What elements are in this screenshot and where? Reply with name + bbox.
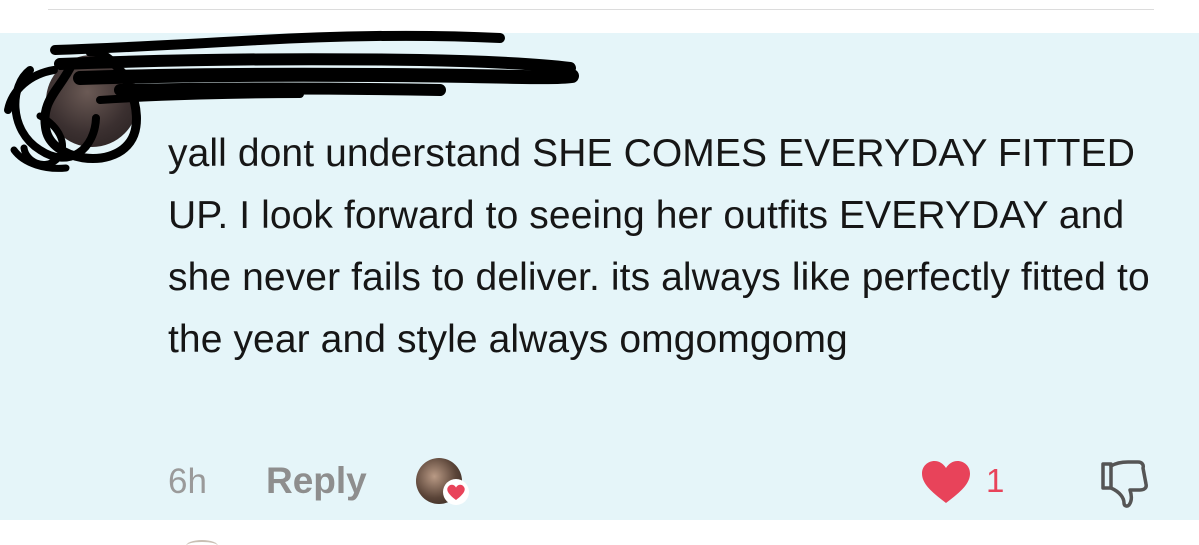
divider [48, 9, 1154, 10]
thumbs-down-icon[interactable] [1098, 458, 1150, 510]
comment-timestamp: 6h [168, 462, 207, 501]
username-area[interactable] [165, 80, 525, 110]
heart-filled-icon[interactable] [920, 460, 972, 506]
reply-button[interactable]: Reply [266, 460, 367, 502]
comment-actions: 6h Reply 1 [168, 456, 1158, 508]
like-count: 1 [986, 462, 1005, 499]
comment-text: yall dont understand SHE COMES EVERYDAY … [168, 132, 1150, 361]
heart-icon [443, 479, 469, 505]
user-avatar[interactable] [46, 55, 138, 147]
comment-screen: yall dont understand SHE COMES EVERYDAY … [0, 0, 1199, 545]
next-comment-avatar [186, 540, 218, 545]
liked-by-creator-badge [416, 458, 469, 508]
